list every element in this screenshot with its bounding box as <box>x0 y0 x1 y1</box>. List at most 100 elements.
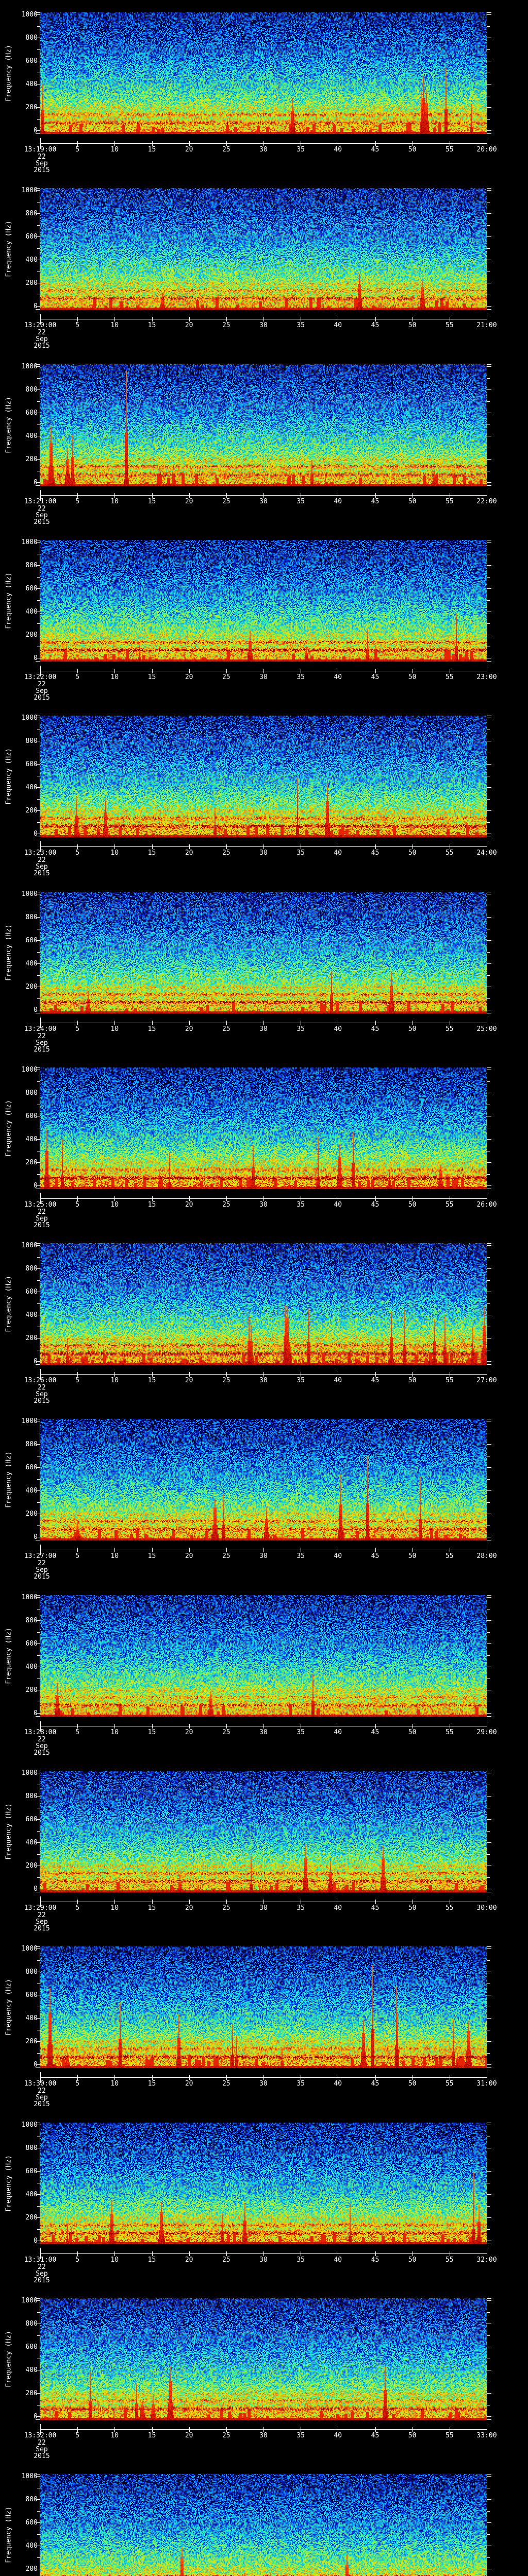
x-tick-label: 50 <box>408 1377 417 1384</box>
x-tick-label: 25 <box>222 1904 230 1912</box>
spectrogram-image <box>40 1067 487 1189</box>
y-tick-label: 800 <box>25 1968 38 1976</box>
x-tick-label: 10 <box>110 2256 119 2264</box>
x-major-tick <box>226 1021 227 1025</box>
x-major-tick <box>226 1548 227 1552</box>
x-axis-start-time-label: 13:23:00 <box>24 849 57 857</box>
date-stack: 22 Sep 2015 <box>26 1033 57 1053</box>
y-major-tick <box>36 1245 40 1246</box>
x-tick-label: 40 <box>334 1552 342 1560</box>
x-tick-label: 10 <box>110 321 119 329</box>
x-tick-label: 45 <box>371 498 380 505</box>
y-tick-label: 1000 <box>21 363 38 370</box>
x-tick-label: 10 <box>110 1728 119 1736</box>
spectrogram-image <box>40 892 487 1013</box>
y-tick-label: 800 <box>25 913 38 921</box>
y-minor-tick <box>487 577 490 578</box>
y-axis-end-tick <box>487 2474 491 2475</box>
x-tick-label: 10 <box>110 1201 119 1209</box>
x-tick-label: 40 <box>334 1728 342 1736</box>
x-tick-label: 25 <box>222 1552 230 1560</box>
y-major-tick <box>36 366 40 367</box>
y-minor-tick <box>37 1960 40 1961</box>
x-tick-label: 5 <box>75 498 80 505</box>
y-tick-label: 0 <box>17 2413 38 2420</box>
y-tick-label: 800 <box>25 2320 38 2328</box>
x-major-tick <box>375 141 376 146</box>
y-axis-title: Frequency (Hz) <box>5 2506 13 2563</box>
x-axis-start-time-label: 13:24:00 <box>24 1025 57 1033</box>
x-tick-label: 10 <box>110 673 119 681</box>
x-tick-label: 25 <box>222 2256 230 2264</box>
x-major-tick <box>114 1372 116 1377</box>
x-major-tick <box>263 2427 264 2432</box>
x-major-tick <box>412 844 413 849</box>
y-minor-tick <box>487 2557 490 2558</box>
date-year: 2015 <box>34 694 50 702</box>
x-tick-label: 30 <box>259 849 268 857</box>
date-year: 2015 <box>34 166 50 174</box>
y-minor-tick <box>487 975 490 976</box>
y-minor-tick <box>487 1081 490 1082</box>
x-major-tick <box>263 493 264 498</box>
y-major-tick <box>487 1842 491 1843</box>
y-tick-label: 200 <box>25 631 38 639</box>
x-axis-start-time-label: 13:32:00 <box>24 2432 57 2439</box>
y-major-tick <box>36 1139 40 1140</box>
y-minor-tick <box>487 2335 490 2336</box>
x-tick-label: 30 <box>259 498 268 505</box>
y-minor-tick <box>37 1081 40 1082</box>
spectrogram-image <box>40 364 487 486</box>
date-stack: 22 Sep 2015 <box>26 2264 57 2284</box>
spectrogram-panel: Frequency (Hz) 1000 800 600 400 200 0 13:31:0… <box>0 2121 528 2296</box>
x-tick-label: 55 <box>445 849 454 857</box>
x-axis-start-time-label: 13:28:00 <box>24 1728 57 1736</box>
x-tick-label: 20 <box>185 2432 193 2439</box>
y-minor-tick <box>37 975 40 976</box>
y-major-tick <box>487 2499 491 2500</box>
y-minor-tick <box>37 1280 40 1281</box>
x-tick-label: 15 <box>147 673 156 681</box>
x-tick-label: 10 <box>110 2080 119 2088</box>
x-major-tick <box>226 1196 227 1201</box>
x-tick-label: 45 <box>371 146 380 154</box>
date-stack: 22 Sep 2015 <box>26 1912 57 1932</box>
y-axis-end-tick <box>487 1946 491 1947</box>
y-major-tick <box>487 588 491 589</box>
spectrogram-image <box>40 12 487 134</box>
y-tick-label: 0 <box>17 831 38 837</box>
y-minor-tick <box>487 2206 490 2207</box>
y-major-tick <box>487 1713 491 1714</box>
y-axis-title: Frequency (Hz) <box>5 1451 13 1508</box>
y-major-tick <box>487 2171 491 2172</box>
x-tick-label: 5 <box>75 1377 80 1384</box>
x-major-tick <box>263 1548 264 1552</box>
y-tick-label: 400 <box>25 432 38 440</box>
y-minor-tick <box>37 118 40 120</box>
x-tick-label: 15 <box>147 146 156 154</box>
y-minor-tick <box>487 1280 490 1281</box>
x-tick-label: 20 <box>185 1552 193 1560</box>
spectrogram-image <box>40 1595 487 1717</box>
x-axis-end-time-label: 25:00 <box>476 1025 497 1033</box>
y-axis-title: Frequency (Hz) <box>5 45 13 101</box>
x-tick-label: 15 <box>147 1025 156 1033</box>
x-tick-label: 5 <box>75 1201 80 1209</box>
x-major-tick <box>226 2075 227 2080</box>
x-tick-label: 35 <box>296 321 305 329</box>
x-tick-label: 35 <box>296 146 305 154</box>
date-stack: 22 Sep 2015 <box>26 1736 57 1756</box>
spectrogram-image <box>40 716 487 837</box>
x-tick-label: 10 <box>110 146 119 154</box>
y-axis-end-tick <box>487 188 491 189</box>
x-major-tick <box>263 2251 264 2256</box>
x-tick-label: 45 <box>371 2432 380 2439</box>
y-major-tick <box>36 1361 40 1362</box>
date-year: 2015 <box>34 1573 50 1581</box>
date-stack: 22 Sep 2015 <box>26 1384 57 1404</box>
x-tick-label: 20 <box>185 849 193 857</box>
x-major-tick <box>189 2427 190 2432</box>
x-major-tick <box>412 141 413 146</box>
y-minor-tick <box>487 2053 490 2054</box>
x-tick-label: 55 <box>445 1728 454 1736</box>
